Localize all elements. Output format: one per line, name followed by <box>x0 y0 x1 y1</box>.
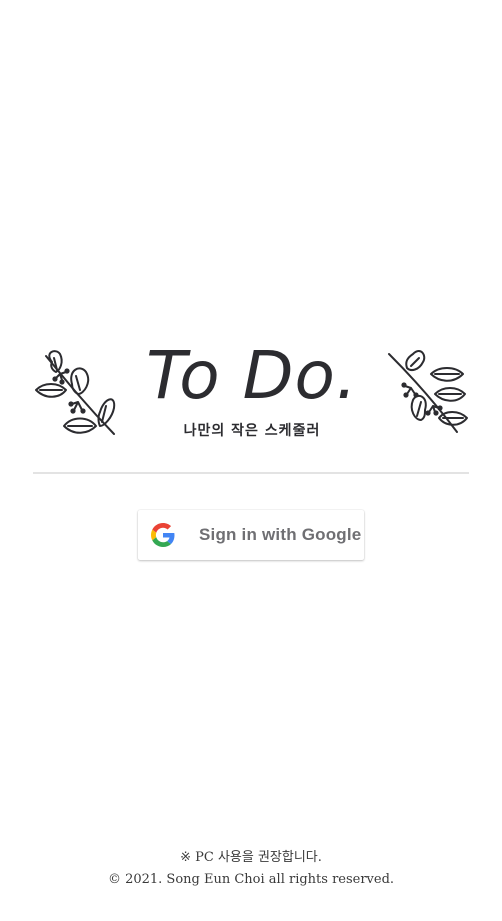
copyright-text: © 2021. Song Eun Choi all rights reserve… <box>107 872 395 887</box>
login-page: To Do. 나만의 작은 스케줄러 Sign in with Google ※… <box>0 0 502 921</box>
google-sign-in-label: Sign in with Google <box>199 525 362 544</box>
leaf-branch-icon <box>388 350 468 433</box>
google-g-icon <box>151 523 175 547</box>
app-title: To Do. <box>146 337 358 414</box>
divider <box>33 472 469 474</box>
leaf-branch-icon <box>35 350 116 435</box>
logo: To Do. 나만의 작은 스케줄러 <box>33 337 469 444</box>
app-subtitle: 나만의 작은 스케줄러 <box>183 423 321 439</box>
pc-recommend-notice: ※ PC 사용을 권장합니다. <box>180 850 322 865</box>
google-sign-in-button[interactable]: Sign in with Google <box>138 510 364 560</box>
